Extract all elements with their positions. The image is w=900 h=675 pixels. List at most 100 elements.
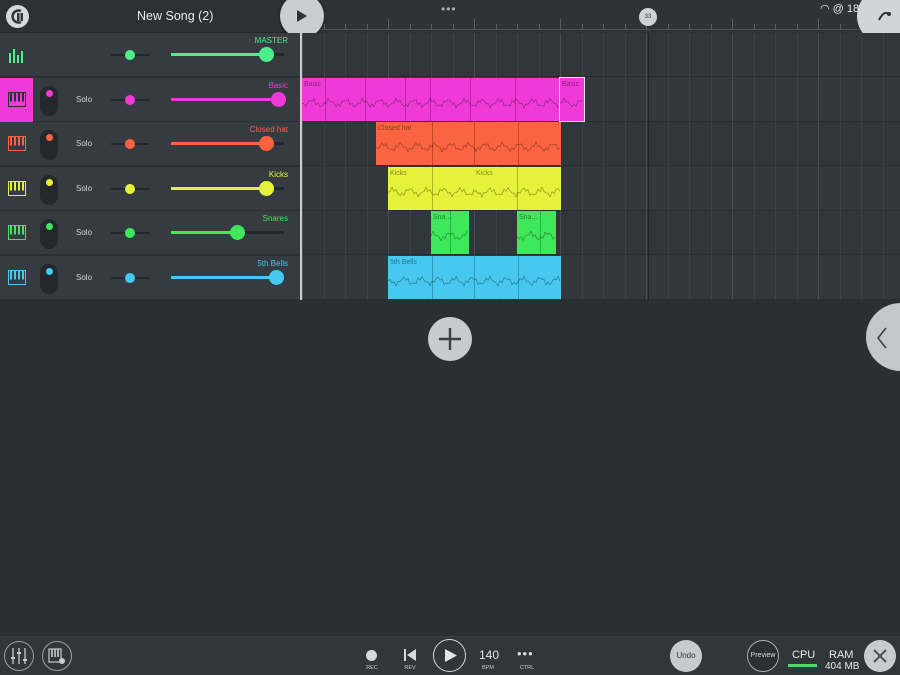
ruler-tick xyxy=(839,24,841,29)
volume-fill xyxy=(171,97,278,101)
ruler-tick xyxy=(517,24,518,29)
location-icon: @ xyxy=(832,3,844,15)
grid-line xyxy=(302,33,303,300)
volume-slider[interactable] xyxy=(171,180,284,196)
mute-indicator xyxy=(46,89,53,97)
add-track-button[interactable] xyxy=(428,317,472,361)
solo-button[interactable]: Solo xyxy=(76,273,92,282)
solo-button[interactable]: Solo xyxy=(76,228,92,237)
close-button[interactable] xyxy=(864,640,896,672)
playlist-track-lane[interactable] xyxy=(302,33,900,77)
pan-knob[interactable] xyxy=(125,50,135,60)
volume-slider[interactable] xyxy=(171,91,286,107)
mute-switch[interactable] xyxy=(40,130,58,160)
clip-divider xyxy=(518,122,519,165)
mute-switch[interactable] xyxy=(40,174,58,205)
ruler-tick xyxy=(538,24,540,29)
fl-logo-icon xyxy=(11,9,23,24)
grid-line xyxy=(796,33,798,300)
song-title[interactable]: New Song (2) xyxy=(137,9,213,23)
volume-knob[interactable] xyxy=(259,180,274,196)
record-button[interactable] xyxy=(366,650,377,661)
clip-label: Basic xyxy=(562,80,580,88)
plus-icon xyxy=(439,328,461,350)
ruler-tick xyxy=(753,24,755,29)
pattern-clip[interactable]: Basic xyxy=(302,77,560,121)
mute-indicator xyxy=(46,134,53,141)
more-options-dots[interactable]: ••• xyxy=(441,2,457,16)
channel-icon-box[interactable] xyxy=(0,122,33,166)
pattern-clip[interactable]: Sna... xyxy=(517,211,556,254)
volume-fill xyxy=(171,275,276,279)
volume-slider[interactable] xyxy=(171,269,284,285)
volume-knob[interactable] xyxy=(271,91,286,107)
pattern-clip[interactable]: Basic xyxy=(559,76,585,122)
channel-row[interactable]: 5th Bells Solo xyxy=(0,255,300,300)
pan-knob[interactable] xyxy=(125,272,135,283)
clip-label: Sna... xyxy=(519,214,538,221)
volume-knob[interactable] xyxy=(269,269,284,285)
channel-row[interactable]: MASTER xyxy=(0,33,300,77)
pan-knob[interactable] xyxy=(125,183,135,194)
preview-button[interactable]: Preview xyxy=(747,640,779,672)
channel-row[interactable]: Basic Solo xyxy=(0,77,300,122)
clip-divider xyxy=(515,77,516,121)
main-menu-button[interactable] xyxy=(6,5,29,28)
channel-name: 5th Bells xyxy=(257,258,288,268)
volume-slider[interactable] xyxy=(171,225,284,240)
tempo-value[interactable]: 140 xyxy=(479,648,499,662)
volume-fill xyxy=(171,231,237,234)
clip-label: Sna... xyxy=(433,214,452,221)
play-icon xyxy=(297,10,307,22)
ruler-tick xyxy=(366,24,368,29)
mixer-button[interactable] xyxy=(4,641,34,671)
chevron-left-icon xyxy=(876,327,887,349)
song-position-marker[interactable]: 33 xyxy=(639,8,657,26)
pan-knob[interactable] xyxy=(125,228,135,238)
channel-icon-box[interactable] xyxy=(0,256,33,300)
mute-switch[interactable] xyxy=(40,219,58,249)
mute-switch[interactable] xyxy=(40,263,58,294)
channel-icon-box[interactable] xyxy=(0,33,33,77)
rewind-label: REV xyxy=(404,665,416,671)
volume-knob[interactable] xyxy=(259,136,274,151)
playlist-track-lane[interactable] xyxy=(302,211,900,255)
channel-icon-box[interactable] xyxy=(0,77,33,122)
channel-row[interactable]: Kicks Solo xyxy=(0,166,300,211)
tempo-label: BPM xyxy=(482,665,494,671)
channel-row[interactable]: Closed hat Solo xyxy=(0,122,300,166)
timeline-ruler[interactable] xyxy=(302,0,900,33)
ruler-tick xyxy=(560,19,561,29)
controls-dots-icon[interactable]: ••• xyxy=(517,646,534,661)
channel-row[interactable]: Snares Solo xyxy=(0,211,300,255)
clip-label: Kicks xyxy=(390,169,407,177)
channel-name: MASTER xyxy=(254,36,288,45)
ruler-tick xyxy=(452,24,454,29)
channel-icon-box[interactable] xyxy=(0,167,33,211)
mixer-bars-icon xyxy=(9,49,23,63)
volume-slider[interactable] xyxy=(171,136,284,151)
instruments-button[interactable] xyxy=(42,641,72,671)
undo-button[interactable]: Undo xyxy=(670,640,702,672)
mute-switch[interactable] xyxy=(40,85,58,116)
ruler-tick xyxy=(495,24,497,29)
clip-divider xyxy=(540,211,541,254)
volume-knob[interactable] xyxy=(259,47,274,62)
play-song-button[interactable] xyxy=(433,639,466,672)
clip-divider xyxy=(430,77,431,121)
solo-button[interactable]: Solo xyxy=(76,184,92,193)
rewind-icon[interactable] xyxy=(404,649,416,661)
clip-divider xyxy=(405,77,406,121)
pattern-clip[interactable]: Closed hat xyxy=(376,122,561,165)
volume-slider[interactable] xyxy=(171,47,284,62)
solo-button[interactable]: Solo xyxy=(76,95,92,104)
pan-knob[interactable] xyxy=(125,139,135,149)
pan-knob[interactable] xyxy=(125,94,135,105)
channel-icon-box[interactable] xyxy=(0,211,33,255)
ruler-tick xyxy=(409,24,411,29)
clip-divider xyxy=(432,166,433,210)
grid-line xyxy=(861,33,862,300)
volume-fill xyxy=(171,53,266,56)
volume-knob[interactable] xyxy=(230,225,245,240)
solo-button[interactable]: Solo xyxy=(76,139,92,148)
